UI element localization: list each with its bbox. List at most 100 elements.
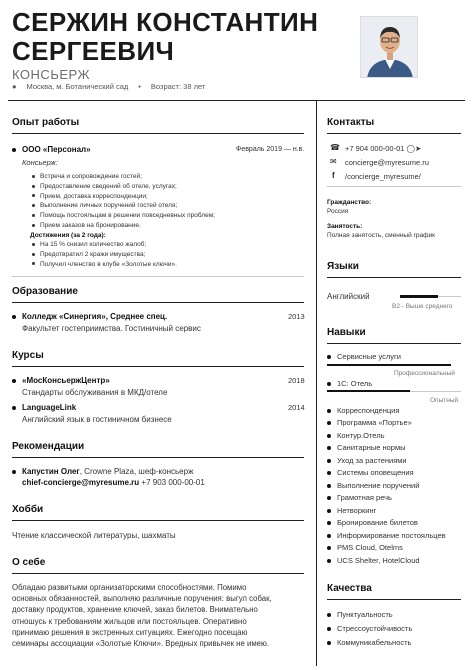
bullet-icon (12, 314, 16, 319)
telegram-icon: ➤ (414, 144, 422, 153)
list-item: PMS Cloud, Otelms (327, 543, 403, 552)
person-icon: • (138, 82, 141, 91)
list-item: Корреспонденция (327, 406, 399, 415)
company-name: ООО «Персонал» (12, 145, 91, 155)
section-rule (327, 343, 461, 344)
name-line-1: СЕРЖИН КОНСТАНТИН (12, 7, 319, 37)
whatsapp-icon: ◯ (406, 144, 415, 153)
school-name: Колледж «Синергия», Среднее спец. (12, 312, 167, 322)
course-desc: Стандарты обслуживания в МКД/отеле (22, 388, 168, 397)
section-title-recommendations: Рекомендации (12, 441, 85, 452)
section-rule (12, 133, 304, 134)
location-text: Москва, м. Ботанический сад (26, 82, 129, 91)
section-rule (327, 599, 461, 600)
job-position: Консьерж: (22, 158, 58, 167)
course-year: 2014 (288, 403, 305, 412)
language-level: B2 - Выше среднего (392, 303, 453, 310)
section-rule (12, 366, 304, 367)
list-item: Предоставление сведений об отеле, услуга… (32, 182, 215, 192)
list-item: Прием заказов на бронирование. (32, 221, 215, 231)
section-rule (327, 277, 461, 278)
phone-icon: ☎ (330, 143, 340, 152)
education-faculty: Факультет гостеприимства. Гостиничный се… (22, 324, 201, 333)
list-item: Бронирование билетов (327, 518, 418, 527)
full-name: СЕРЖИН КОНСТАНТИН СЕРГЕЕВИЧ (12, 8, 357, 66)
list-item: Контур.Отель (327, 431, 385, 440)
contact-social[interactable]: /concierge_myresume/ (345, 172, 421, 182)
skill-rated: Сервисные услуги (327, 352, 401, 361)
section-rule (12, 573, 304, 574)
profile-photo (360, 16, 418, 78)
skill-rated: 1С: Отель (327, 379, 372, 388)
section-title-experience: Опыт работы (12, 117, 80, 128)
course-name: LanguageLink (12, 403, 76, 413)
citizenship-value: Россия (327, 208, 349, 215)
section-title-qualities: Качества (327, 583, 372, 594)
section-rule (12, 457, 304, 458)
list-item: Нетворкинг (327, 506, 376, 515)
email-icon: ✉ (330, 157, 337, 166)
job-dates: Февраль 2019 — н.в. (236, 146, 305, 153)
recommender-contacts: chief-concierge@myresume.ru +7 903 000-0… (22, 478, 205, 487)
divider (12, 276, 304, 277)
avatar-icon (361, 17, 417, 77)
divider (327, 186, 461, 187)
hobby-text: Чтение классической литературы, шахматы (12, 531, 176, 540)
recommender: Капустин Олег, Crowne Plaza, шеф-консьер… (12, 467, 193, 477)
list-item: UCS Shelter, HotelCloud (327, 556, 420, 565)
skill-level: Профессиональный (394, 370, 455, 377)
location-icon: ● (12, 82, 17, 91)
list-item: Коммуникабельность (327, 638, 411, 647)
list-item: Грамотная речь (327, 493, 392, 502)
bullet-icon (12, 405, 16, 410)
language-name: Английский (327, 292, 370, 301)
list-item: Уход за растениями (327, 456, 407, 465)
section-title-languages: Языки (327, 261, 359, 272)
section-title-contacts: Контакты (327, 117, 375, 128)
section-title-hobby: Хобби (12, 504, 44, 515)
header-divider (8, 100, 465, 101)
achievements-list: На 15 % снизил количество жалоб; Предотв… (32, 240, 177, 269)
section-title-education: Образование (12, 286, 78, 297)
age-text: Возраст: 38 лет (150, 82, 206, 91)
list-item: Предотвратил 2 кражи имущества; (32, 250, 177, 260)
name-line-2: СЕРГЕЕВИЧ (12, 36, 175, 66)
list-item: Стрессоустойчивость (327, 624, 412, 633)
section-title-courses: Курсы (12, 350, 44, 361)
list-item: Системы оповещения (327, 468, 414, 477)
contact-email[interactable]: concierge@myresume.ru (345, 158, 429, 168)
language-level-bar (400, 295, 438, 298)
bullet-icon (12, 469, 16, 474)
job-title: КОНСЬЕРЖ (12, 67, 91, 82)
employment-value: Полная занятость, сменный график (327, 232, 435, 239)
list-item: Помощь постояльцам в решении повседневны… (32, 211, 215, 221)
list-item: Пунктуальность (327, 610, 393, 619)
personal-meta: ● Москва, м. Ботанический сад • Возраст:… (12, 82, 205, 91)
section-title-about: О себе (12, 557, 46, 568)
list-item: Встреча и сопровождение гостей; (32, 172, 215, 182)
list-item: Выполнение личных поручений гостей отеля… (32, 201, 215, 211)
section-rule (327, 133, 461, 134)
course-desc: Английский язык в гостиничном бизнесе (22, 415, 172, 424)
skill-level-bar (327, 364, 451, 366)
bullet-icon (12, 147, 16, 152)
list-item: Санитарные нормы (327, 443, 406, 452)
contact-phone[interactable]: +7 904 000-00-01 ◯➤ (345, 144, 421, 154)
list-item: Прием, доставка корреспонденции; (32, 192, 215, 202)
list-item: Получил членство в клубе «Золотые ключи»… (32, 260, 177, 270)
skill-level-bar (327, 390, 410, 392)
section-rule (12, 520, 304, 521)
facebook-icon: f (332, 171, 335, 180)
section-title-skills: Навыки (327, 327, 366, 338)
skill-level: Опытный (430, 397, 459, 404)
about-text: Обладаю развитыми организаторскими спосо… (12, 583, 272, 649)
list-item: Выполнение поручений (327, 481, 419, 490)
duties-list: Встреча и сопровождение гостей; Предоста… (32, 172, 215, 231)
column-divider (316, 100, 317, 666)
education-year: 2013 (288, 312, 305, 321)
course-year: 2018 (288, 376, 305, 385)
bullet-icon (12, 378, 16, 383)
list-item: Программа «Портье» (327, 418, 412, 427)
list-item: На 15 % снизил количество жалоб; (32, 240, 177, 250)
section-rule (12, 302, 304, 303)
